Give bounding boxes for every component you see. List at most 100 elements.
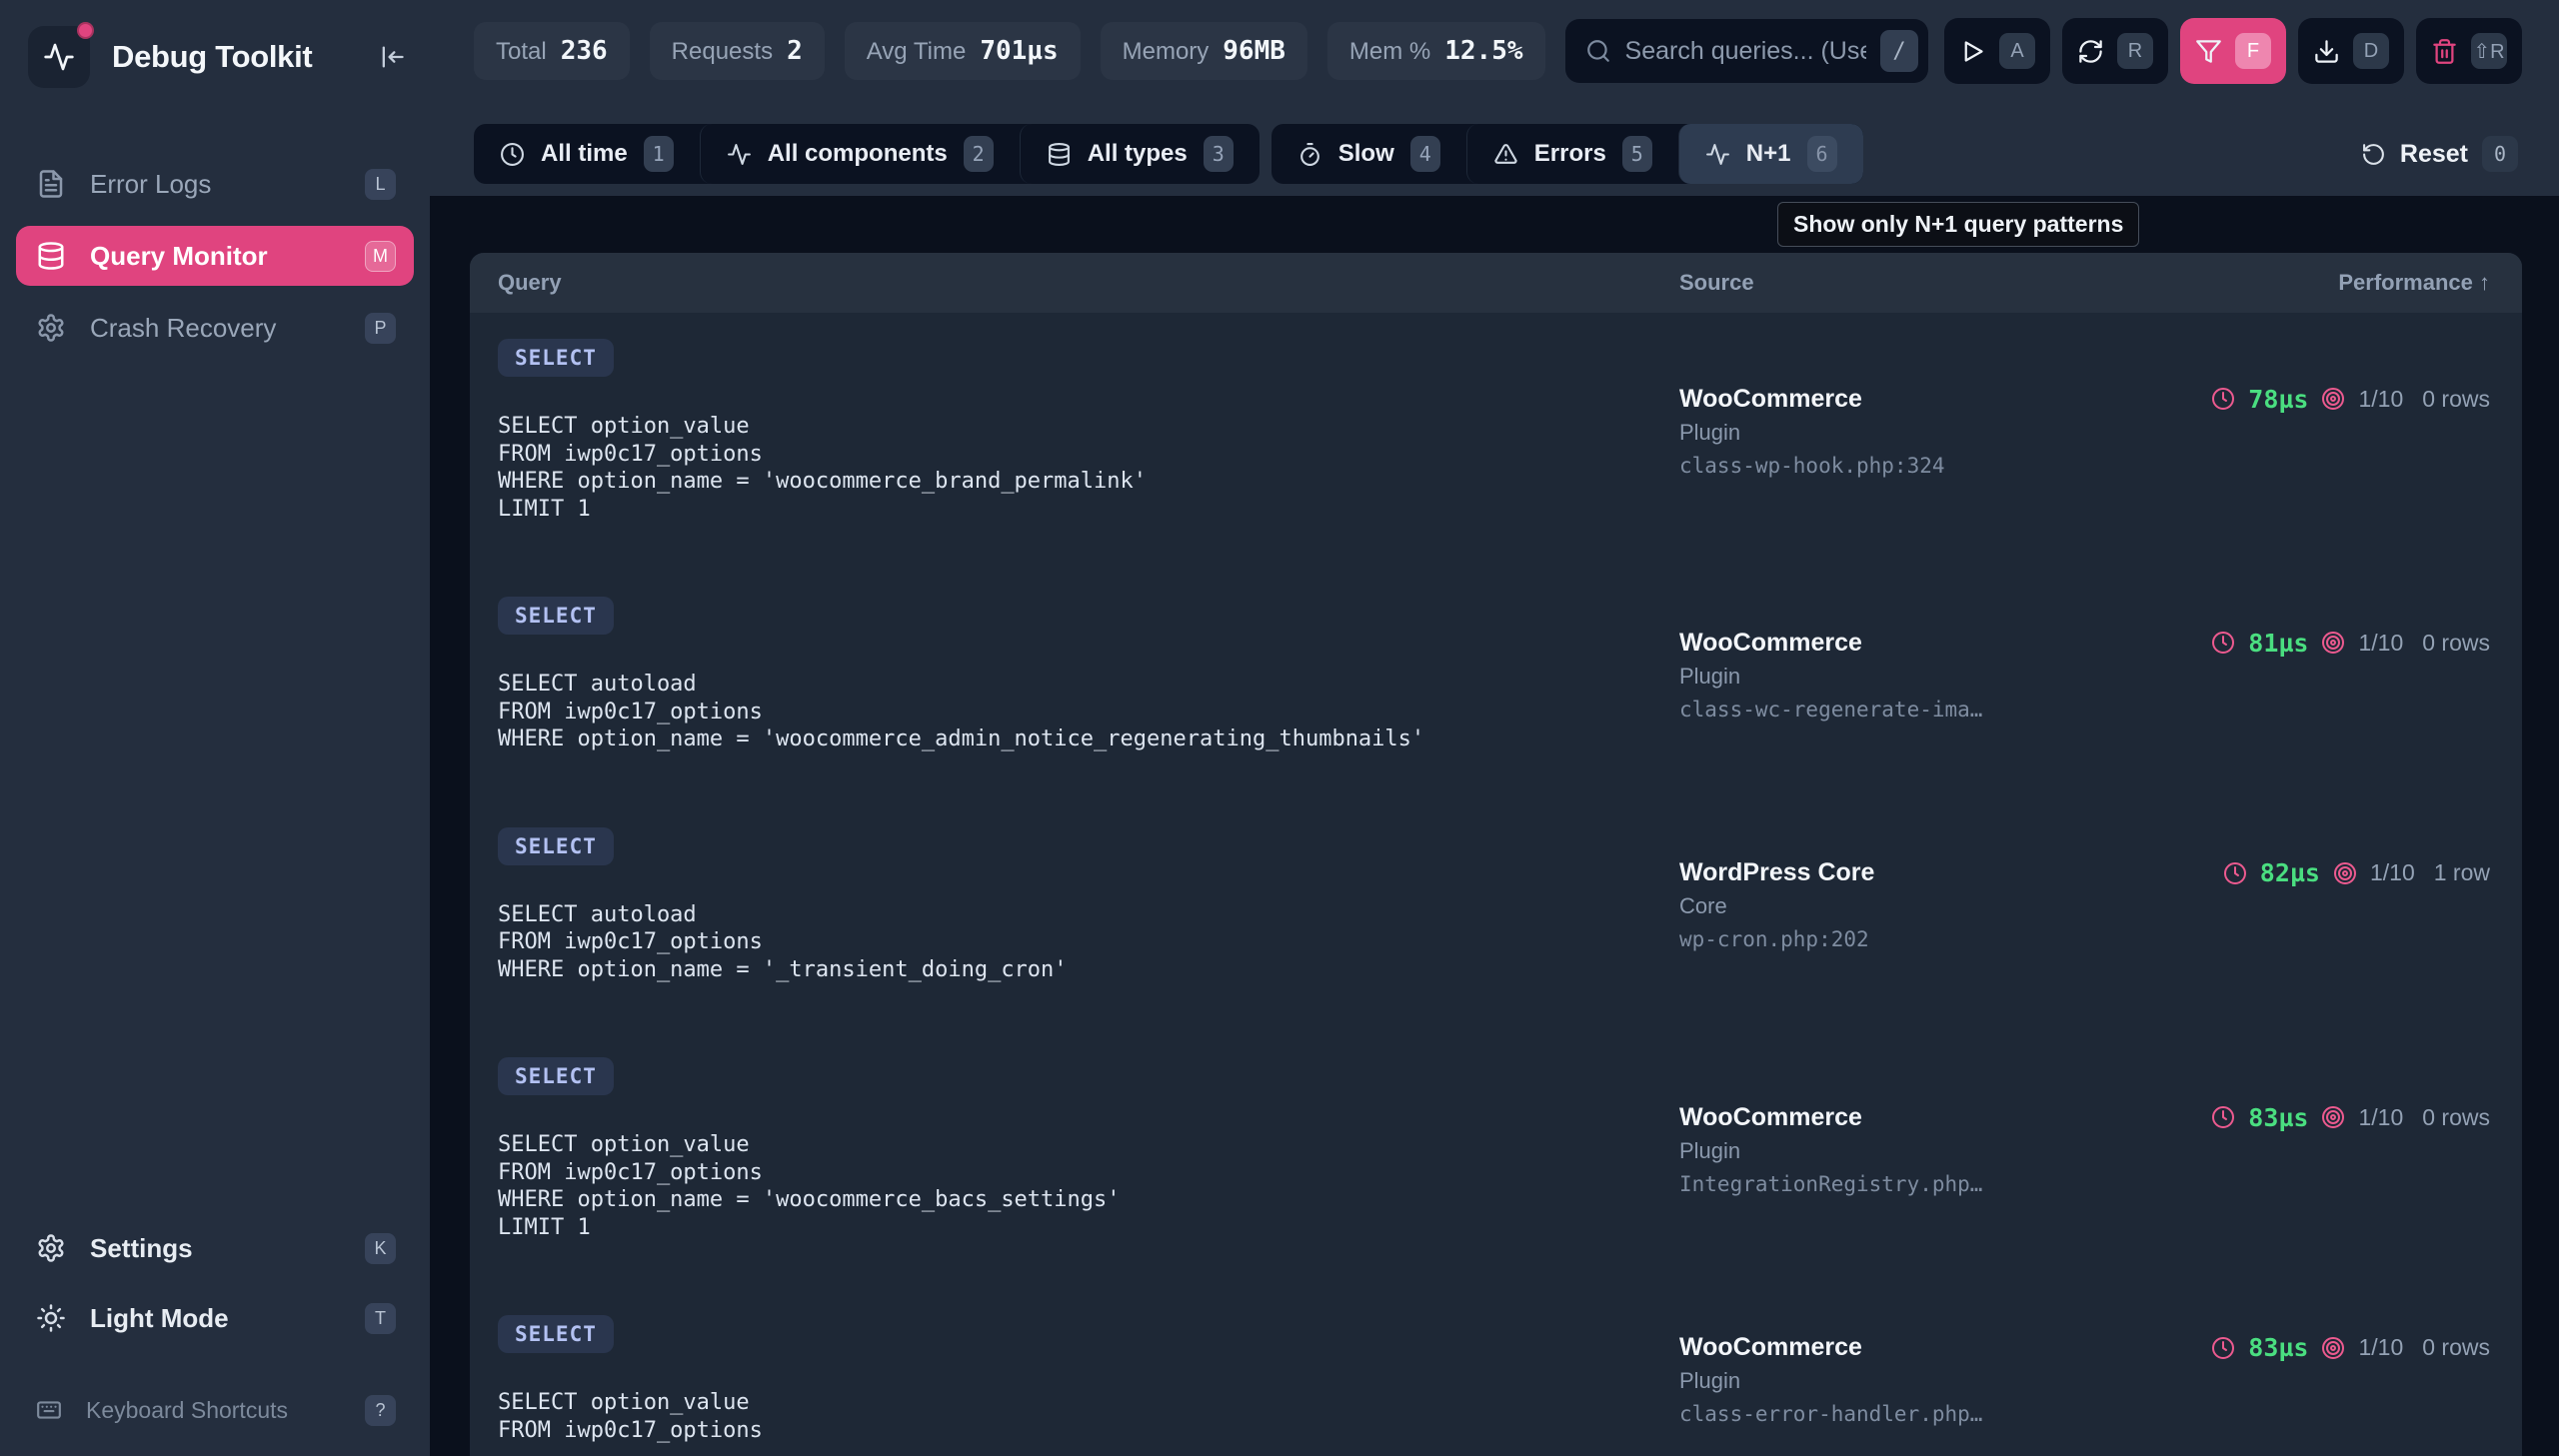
shortcut-badge: R <box>2117 33 2153 69</box>
table-row[interactable]: SELECT SELECT autoload FROM iwp0c17_opti… <box>470 571 2522 801</box>
filter-all-types[interactable]: All types 3 <box>1020 124 1260 184</box>
performance-cell: 83µs 1/10 0 rows <box>2211 1333 2490 1362</box>
download-icon <box>2313 38 2340 65</box>
pulse-icon <box>1705 142 1730 167</box>
download-button[interactable]: D <box>2298 18 2404 84</box>
database-icon <box>1047 142 1072 167</box>
stat-avg-time: Avg Time 701µs <box>845 22 1081 80</box>
filter-funnel-icon <box>2195 38 2222 65</box>
run-button[interactable]: A <box>1944 18 2050 84</box>
filter-all-components[interactable]: All components 2 <box>700 124 1020 184</box>
source-file: IntegrationRegistry.php… <box>1679 1170 1982 1198</box>
source-name: WordPress Core <box>1679 856 1874 888</box>
query-ratio: 1/10 <box>2358 630 2403 657</box>
row-meta: WooCommerce Plugin class-wc-regenerate-i… <box>1679 597 2490 753</box>
query-time: 82µs <box>2260 858 2320 887</box>
source-name: WooCommerce <box>1679 1101 1982 1133</box>
refresh-button[interactable]: R <box>2062 18 2168 84</box>
search-input[interactable]: Search queries... (Use +te / <box>1565 19 1928 83</box>
sidebar-item-label: Query Monitor <box>90 241 341 272</box>
shortcut-badge: 4 <box>1410 136 1440 172</box>
n-plus-one-tooltip: Show only N+1 query patterns <box>1777 202 2139 247</box>
stat-requests: Requests 2 <box>650 22 825 80</box>
sidebar-item-label: Keyboard Shortcuts <box>86 1397 341 1424</box>
stat-value: 12.5% <box>1444 36 1522 66</box>
source-type: Plugin <box>1679 1136 1982 1166</box>
query-ratio: 1/10 <box>2358 1104 2403 1131</box>
query-table: Query Source Performance ↑ SELECT SELECT… <box>470 253 2522 1456</box>
sidebar-item-crash-recovery[interactable]: Crash Recovery P <box>16 298 414 358</box>
sidebar-item-settings[interactable]: Settings K <box>16 1220 414 1276</box>
rows-returned: 0 rows <box>2422 1334 2490 1361</box>
source-type: Core <box>1679 891 1874 921</box>
query-cell: SELECT SELECT option_value FROM iwp0c17_… <box>498 339 1679 523</box>
filter-label: All components <box>768 140 948 168</box>
sidebar-item-label: Light Mode <box>90 1303 341 1334</box>
performance-cell: 83µs 1/10 0 rows <box>2211 1103 2490 1132</box>
filter-errors[interactable]: Errors 5 <box>1466 124 1678 184</box>
refresh-icon <box>2077 38 2104 65</box>
rows-returned: 1 row <box>2434 859 2490 886</box>
stat-value: 2 <box>787 36 803 66</box>
sidebar-item-keyboard-shortcuts[interactable]: Keyboard Shortcuts ? <box>16 1386 414 1434</box>
table-row[interactable]: SELECT SELECT autoload FROM iwp0c17_opti… <box>470 801 2522 1032</box>
query-ratio: 1/10 <box>2358 386 2403 413</box>
target-icon <box>2321 1105 2345 1129</box>
shortcut-badge: A <box>1999 33 2035 69</box>
stat-value: 701µs <box>980 36 1058 66</box>
shortcut-badge: 5 <box>1622 136 1652 172</box>
app-title: Debug Toolkit <box>112 39 348 75</box>
keyboard-icon <box>36 1397 62 1423</box>
stat-label: Memory <box>1123 38 1210 66</box>
search-shortcut-badge: / <box>1880 30 1918 72</box>
sidebar-item-query-monitor[interactable]: Query Monitor M <box>16 226 414 286</box>
filter-n-plus-one[interactable]: N+1 6 <box>1678 124 1863 184</box>
activity-icon <box>727 142 752 167</box>
stat-value: 236 <box>561 36 608 66</box>
shortcut-badge: 2 <box>964 136 994 172</box>
filter-label: Errors <box>1534 140 1606 168</box>
stat-mem-percent: Mem % 12.5% <box>1327 22 1545 80</box>
source-file: wp-cron.php:202 <box>1679 925 1874 953</box>
source-cell: WooCommerce Plugin class-wp-hook.php:324 <box>1679 383 1945 480</box>
stat-memory: Memory 96MB <box>1101 22 1307 80</box>
filter-slow[interactable]: Slow 4 <box>1272 124 1466 184</box>
clock-icon <box>2211 631 2235 655</box>
reset-label: Reset <box>2400 140 2468 169</box>
stopwatch-icon <box>1297 142 1322 167</box>
warning-triangle-icon <box>1493 142 1518 167</box>
filter-button[interactable]: F <box>2180 18 2286 84</box>
table-row[interactable]: SELECT SELECT option_value FROM iwp0c17_… <box>470 313 2522 571</box>
file-text-icon <box>36 169 66 199</box>
table-row[interactable]: SELECT SELECT option_value FROM iwp0c17_… <box>470 1289 2522 1456</box>
rows-returned: 0 rows <box>2422 630 2490 657</box>
search-placeholder: Search queries... (Use +te <box>1625 37 1866 66</box>
table-row[interactable]: SELECT SELECT option_value FROM iwp0c17_… <box>470 1031 2522 1289</box>
header-actions: A R F D ⇧R <box>1944 18 2522 84</box>
target-icon <box>2321 387 2345 411</box>
shortcut-badge: K <box>365 1233 396 1264</box>
table-header: Query Source Performance ↑ <box>470 253 2522 313</box>
sql-text: SELECT option_value FROM iwp0c17_options <box>498 1389 1679 1444</box>
sidebar-item-error-logs[interactable]: Error Logs L <box>16 154 414 214</box>
source-type: Plugin <box>1679 1366 1982 1396</box>
clock-icon <box>500 142 525 167</box>
rotate-ccw-icon <box>2361 142 2386 167</box>
sidebar: Debug Toolkit Error Logs L Query Monitor… <box>0 0 430 1456</box>
sql-text: SELECT autoload FROM iwp0c17_options WHE… <box>498 901 1679 984</box>
sidebar-item-light-mode[interactable]: Light Mode T <box>16 1290 414 1346</box>
column-header-query[interactable]: Query <box>470 270 1679 296</box>
shortcut-badge: M <box>365 241 396 272</box>
column-header-source[interactable]: Source <box>1679 270 2338 296</box>
reset-filters-button[interactable]: Reset 0 <box>2357 124 2522 184</box>
shortcut-badge: P <box>365 313 396 344</box>
column-header-performance[interactable]: Performance ↑ <box>2338 270 2522 296</box>
sidebar-collapse-button[interactable] <box>370 35 414 79</box>
activity-icon <box>43 41 75 73</box>
rows-returned: 0 rows <box>2422 1104 2490 1131</box>
clear-queries-button[interactable]: ⇧R <box>2416 18 2522 84</box>
target-icon <box>2333 861 2357 885</box>
row-meta: WooCommerce Plugin class-error-handler.p… <box>1679 1315 2490 1444</box>
filter-all-time[interactable]: All time 1 <box>474 124 700 184</box>
row-meta: WordPress Core Core wp-cron.php:202 82µs… <box>1679 827 2490 984</box>
